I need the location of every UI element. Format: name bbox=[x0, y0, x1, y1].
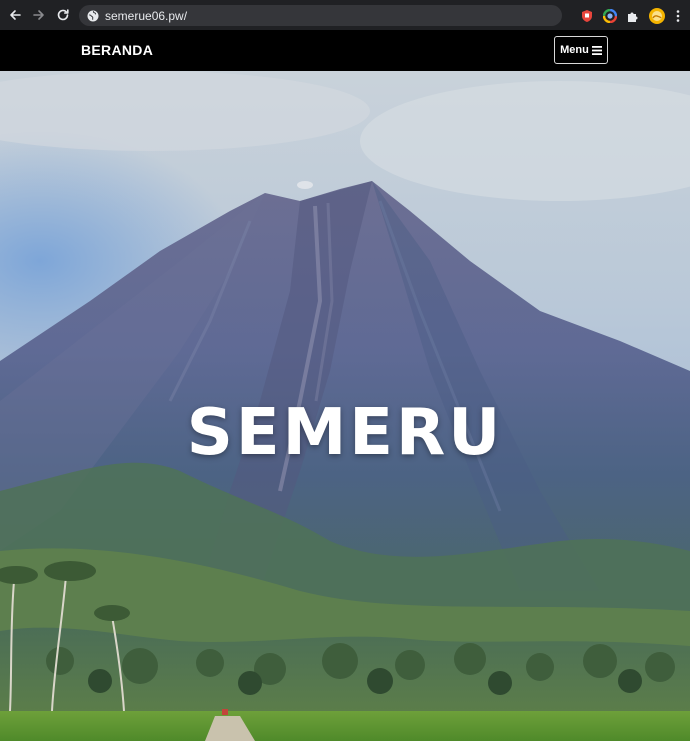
brand-link[interactable]: BERANDA bbox=[81, 42, 153, 58]
menu-button-label: Menu bbox=[560, 44, 589, 56]
address-bar[interactable]: semerue06.pw/ bbox=[79, 5, 562, 26]
forward-arrow-icon bbox=[33, 10, 44, 20]
reload-button[interactable] bbox=[52, 4, 74, 26]
extension-red-button[interactable] bbox=[580, 9, 594, 23]
site-info-icon[interactable] bbox=[87, 10, 99, 22]
hamburger-icon bbox=[591, 45, 602, 55]
extension-colorful-icon bbox=[603, 8, 617, 23]
extensions-area bbox=[580, 5, 682, 26]
browser-toolbar: semerue06.pw/ bbox=[0, 0, 690, 30]
back-button[interactable] bbox=[4, 4, 26, 26]
reload-icon bbox=[57, 9, 69, 21]
extension-colorful-button[interactable] bbox=[603, 8, 617, 23]
puzzle-icon bbox=[628, 12, 638, 22]
site-navbar: BERANDA Menu bbox=[0, 30, 690, 71]
profile-avatar bbox=[649, 7, 665, 24]
hero-section: SEMERU bbox=[0, 71, 690, 741]
back-arrow-icon bbox=[10, 10, 21, 20]
menu-button[interactable]: Menu bbox=[554, 36, 608, 64]
hero-title: SEMERU bbox=[186, 396, 504, 470]
extensions-button[interactable] bbox=[626, 9, 640, 23]
profile-button[interactable] bbox=[649, 7, 665, 24]
browser-menu-button[interactable] bbox=[674, 9, 682, 23]
forward-button[interactable] bbox=[28, 4, 50, 26]
address-url[interactable]: semerue06.pw/ bbox=[105, 9, 187, 23]
kebab-menu-icon bbox=[676, 9, 680, 22]
extension-red-icon bbox=[582, 9, 592, 22]
